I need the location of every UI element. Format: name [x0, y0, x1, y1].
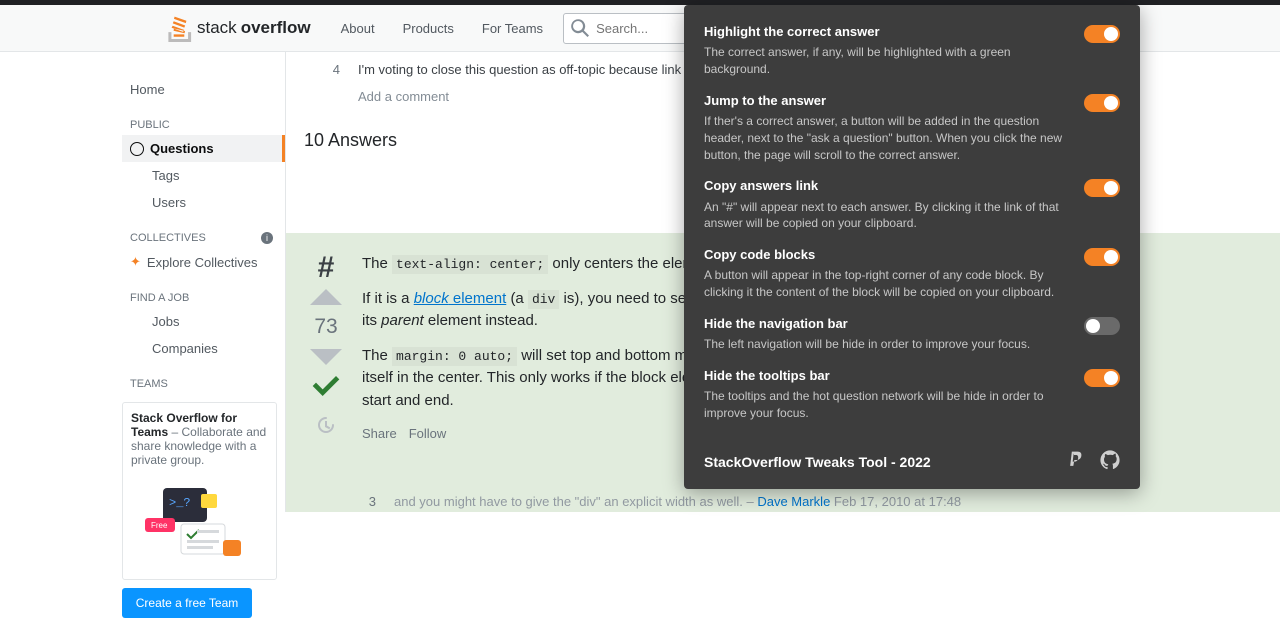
t: parent	[381, 312, 424, 329]
history-icon[interactable]	[317, 416, 335, 442]
accepted-check-icon	[311, 371, 341, 411]
sidebar-teams-label: TEAMS	[122, 362, 285, 394]
sub-comment-text: and you might have to give the "div" an …	[394, 492, 961, 512]
option-toggle[interactable]	[1084, 179, 1120, 197]
t: its	[362, 312, 381, 329]
search-icon	[571, 19, 589, 40]
sidebar-questions-label: Questions	[150, 141, 214, 156]
t: element	[449, 290, 507, 307]
svg-text:Free: Free	[151, 521, 168, 530]
option-title: Copy answers link	[704, 177, 1074, 195]
vote-column: # 73	[306, 253, 346, 511]
sidebar-collectives-label: COLLECTIVES i	[122, 216, 285, 248]
extension-option-3: Copy code blocks A button will appear in …	[704, 246, 1120, 301]
github-icon[interactable]	[1100, 450, 1120, 476]
option-toggle[interactable]	[1084, 25, 1120, 43]
option-title: Jump to the answer	[704, 92, 1074, 110]
t: block	[414, 290, 449, 307]
extension-option-4: Hide the navigation bar The left navigati…	[704, 315, 1120, 353]
sidebar-tags[interactable]: Tags	[122, 162, 285, 189]
sub-comment-ts: Feb 17, 2010 at 17:48	[834, 494, 961, 509]
t: If it is a	[362, 290, 414, 307]
option-toggle[interactable]	[1084, 248, 1120, 266]
nav-about[interactable]: About	[329, 15, 387, 42]
extension-option-2: Copy answers link An "#" will appear next…	[704, 177, 1120, 232]
extension-option-0: Highlight the correct answer The correct …	[704, 23, 1120, 78]
option-title: Hide the navigation bar	[704, 315, 1074, 333]
logo-text-thin: stack	[197, 18, 237, 38]
sub-comment-score: 3	[362, 492, 376, 512]
globe-icon	[130, 142, 144, 156]
extension-option-1: Jump to the answer If ther's a correct an…	[704, 92, 1120, 164]
svg-text:>_?: >_?	[169, 496, 191, 510]
left-sidebar: Home PUBLIC Questions Tags Users COLLECT…	[122, 52, 286, 512]
extension-option-5: Hide the tooltips bar The tooltips and th…	[704, 367, 1120, 422]
extension-popup: Highlight the correct answer The correct …	[684, 5, 1140, 489]
option-desc: The left navigation will be hide in orde…	[704, 336, 1074, 353]
sidebar-questions[interactable]: Questions	[122, 135, 285, 162]
extension-name: StackOverflow Tweaks Tool - 2022	[704, 453, 931, 473]
follow-link[interactable]: Follow	[409, 424, 447, 444]
info-icon[interactable]: i	[261, 232, 273, 244]
sidebar-jobs[interactable]: Jobs	[122, 308, 285, 335]
site-logo[interactable]: stackoverflow	[168, 14, 311, 42]
vote-count: 73	[314, 311, 337, 343]
sidebar-public-label: PUBLIC	[122, 103, 285, 135]
comment-score: 4	[326, 62, 340, 77]
block-element-link[interactable]: block element	[414, 290, 507, 307]
nav-products[interactable]: Products	[391, 15, 466, 42]
t: and you might have to give the "div" an …	[394, 494, 757, 509]
t: The	[362, 255, 392, 272]
code-inline: margin: 0 auto;	[392, 347, 517, 366]
t: The	[362, 347, 392, 364]
option-title: Hide the tooltips bar	[704, 367, 1074, 385]
share-link[interactable]: Share	[362, 424, 397, 444]
t: (a	[510, 290, 528, 307]
sub-comment-user[interactable]: Dave Markle	[757, 494, 830, 509]
option-toggle[interactable]	[1084, 94, 1120, 112]
header-nav: About Products For Teams	[329, 15, 555, 42]
option-title: Copy code blocks	[704, 246, 1074, 264]
option-desc: A button will appear in the top-right co…	[704, 267, 1074, 301]
stackoverflow-icon	[168, 14, 193, 42]
sidebar-companies[interactable]: Companies	[122, 335, 285, 362]
nav-for-teams[interactable]: For Teams	[470, 15, 555, 42]
code-inline: div	[528, 290, 559, 309]
sidebar-explore-collectives[interactable]: ✦ Explore Collectives	[122, 248, 285, 276]
sidebar-findjob-label: FIND A JOB	[122, 276, 285, 308]
answer-anchor-icon[interactable]: #	[318, 253, 335, 283]
option-desc: The tooltips and the hot question networ…	[704, 388, 1074, 422]
upvote-icon[interactable]	[310, 289, 342, 305]
t: is), you need to set	[564, 290, 695, 307]
sidebar-home[interactable]: Home	[122, 76, 285, 103]
option-desc: If ther's a correct answer, a button wil…	[704, 113, 1074, 163]
option-desc: An "#" will appear next to each answer. …	[704, 199, 1074, 233]
option-title: Highlight the correct answer	[704, 23, 1074, 41]
teams-illustration: >_? Free	[131, 477, 268, 567]
t: element instead.	[428, 312, 538, 329]
option-toggle[interactable]	[1084, 317, 1120, 335]
sidebar-users[interactable]: Users	[122, 189, 285, 216]
star-icon: ✦	[130, 254, 141, 270]
explore-collectives-label: Explore Collectives	[147, 255, 258, 270]
option-desc: The correct answer, if any, will be high…	[704, 44, 1074, 78]
teams-promo-box: Stack Overflow for Teams – Collaborate a…	[122, 402, 277, 580]
t: start and end.	[362, 392, 454, 409]
paypal-icon[interactable]	[1066, 450, 1086, 476]
collectives-label-text: COLLECTIVES	[130, 232, 206, 244]
logo-text-bold: overflow	[241, 18, 311, 38]
create-team-button[interactable]: Create a free Team	[122, 588, 252, 618]
option-toggle[interactable]	[1084, 369, 1120, 387]
downvote-icon[interactable]	[310, 349, 342, 365]
code-inline: text-align: center;	[392, 255, 548, 274]
extension-footer: StackOverflow Tweaks Tool - 2022	[704, 436, 1120, 476]
